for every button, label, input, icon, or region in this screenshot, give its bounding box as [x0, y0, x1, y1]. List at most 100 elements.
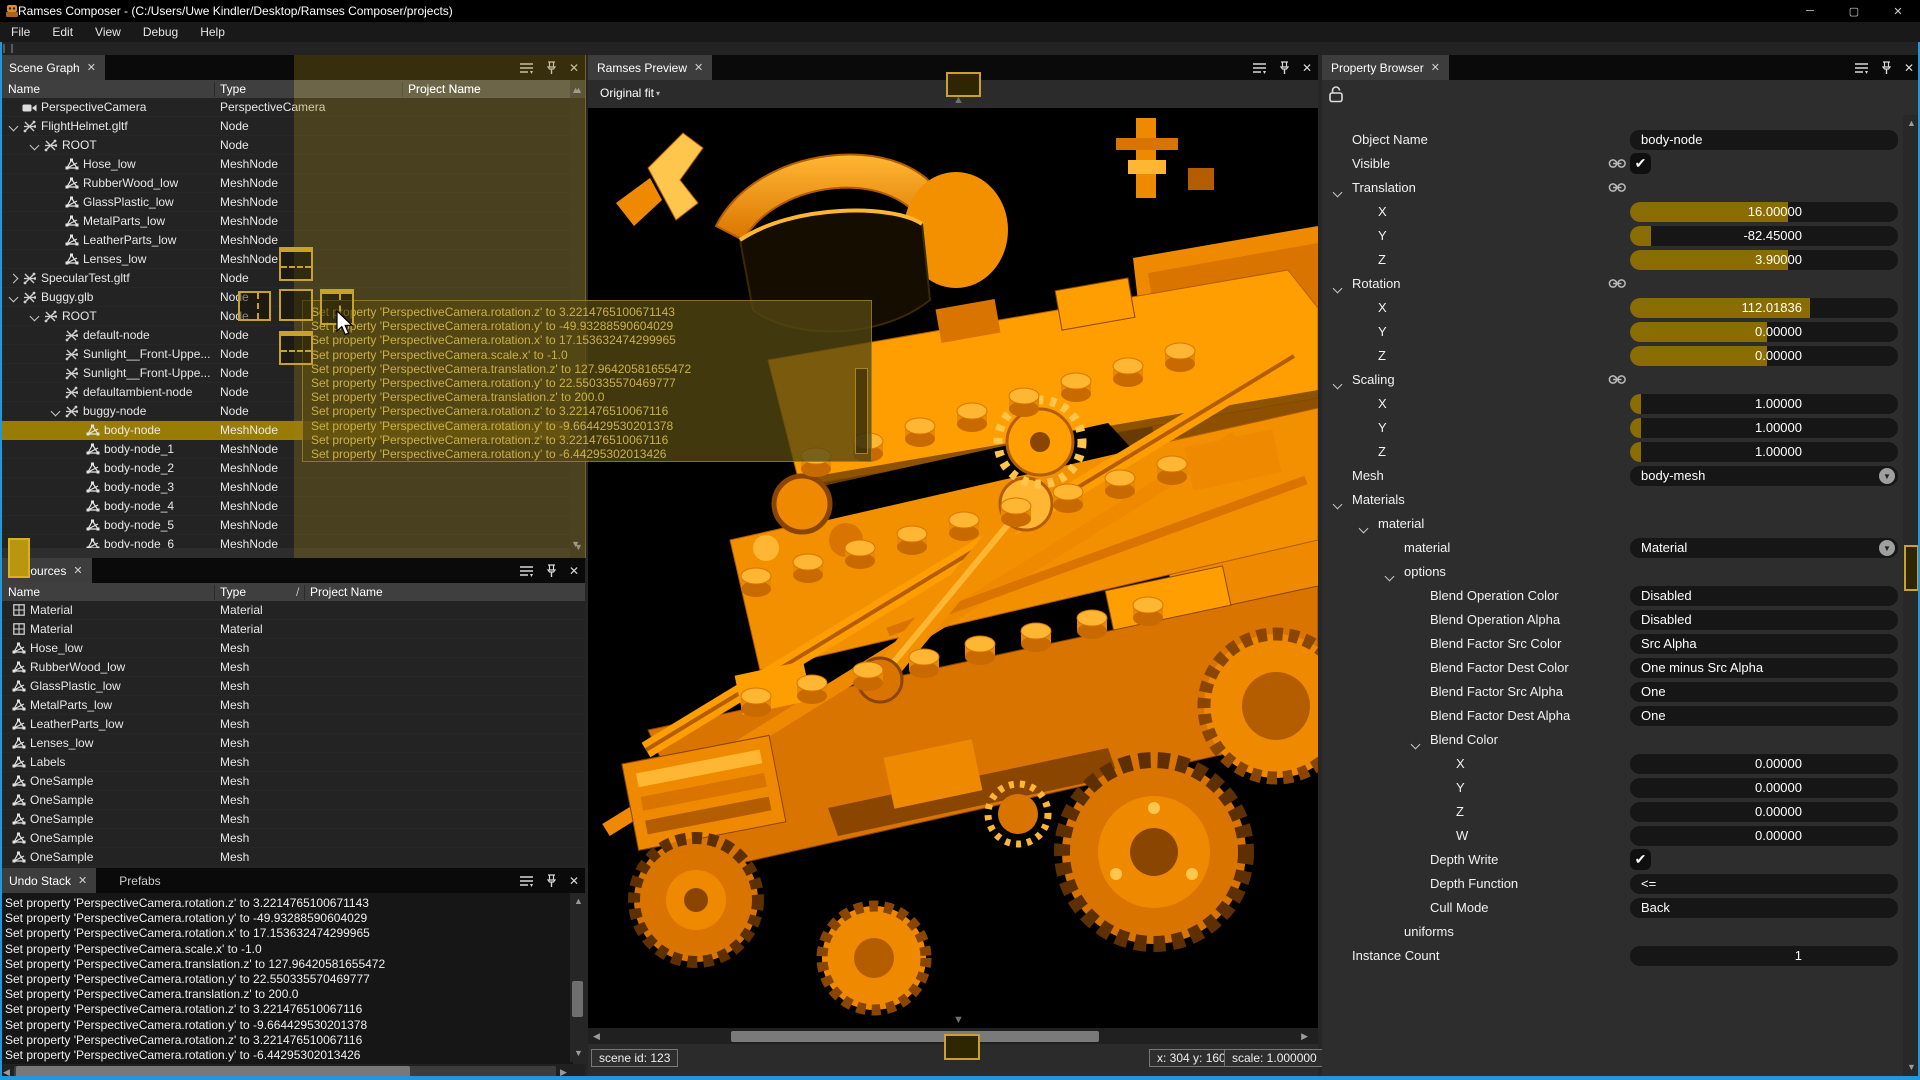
chevron-down-icon[interactable]: ▼ [1879, 540, 1895, 556]
expander-icon[interactable] [1334, 185, 1341, 199]
resource-row-GlassPlastic_low[interactable]: GlassPlastic_low Mesh [0, 677, 585, 696]
undo-log[interactable]: Set property 'PerspectiveCamera.rotation… [0, 893, 573, 1065]
property-value-field[interactable]: Disabled [1630, 586, 1898, 606]
property-value-field[interactable]: Src Alpha [1630, 634, 1898, 654]
pin-icon[interactable] [1279, 61, 1290, 74]
resource-row-OneSample[interactable]: OneSample Mesh [0, 791, 585, 810]
zoom-mode-dropdown[interactable]: Original fit [600, 86, 654, 100]
resource-row-OneSample[interactable]: OneSample Mesh [0, 772, 585, 791]
resource-row-RubberWood_low[interactable]: RubberWood_low Mesh [0, 658, 585, 677]
property-slider[interactable]: 1.00000 [1630, 394, 1898, 414]
expander-icon[interactable] [6, 269, 21, 287]
expander-icon[interactable] [27, 307, 42, 325]
property-value-field[interactable]: Disabled [1630, 610, 1898, 630]
toolbar-grip[interactable] [3, 44, 13, 53]
resource-row-LeatherParts_low[interactable]: LeatherParts_low Mesh [0, 715, 585, 734]
menu-debug[interactable]: Debug [132, 22, 189, 42]
expander-icon[interactable] [6, 288, 21, 306]
close-tab-icon[interactable]: ✕ [87, 61, 96, 74]
close-tab-icon[interactable]: ✕ [694, 61, 703, 74]
column-type[interactable]: Type [220, 585, 246, 599]
property-slider[interactable]: -82.45000 [1630, 226, 1898, 246]
panel-menu-icon[interactable] [1252, 62, 1267, 74]
column-name[interactable]: Name [8, 585, 40, 599]
menu-edit[interactable]: Edit [41, 22, 84, 42]
expander-icon[interactable] [1360, 521, 1367, 535]
resource-row-Labels[interactable]: Labels Mesh [0, 753, 585, 772]
property-value-field[interactable]: 0.00000 [1630, 778, 1898, 798]
property-value-field[interactable]: One [1630, 706, 1898, 726]
tab-prefabs[interactable]: Prefabs [110, 868, 169, 893]
property-slider[interactable]: 0.00000 [1630, 322, 1898, 342]
property-value-field[interactable]: One [1630, 682, 1898, 702]
close-panel-icon[interactable]: ✕ [569, 874, 579, 888]
property-dropdown[interactable]: body-mesh▼ [1630, 466, 1898, 486]
column-type[interactable]: Type [220, 82, 246, 96]
close-tab-icon[interactable]: ✕ [1431, 61, 1440, 74]
resource-row-Lenses_low[interactable]: Lenses_low Mesh [0, 734, 585, 753]
checkbox[interactable]: ✔ [1630, 153, 1651, 174]
tab-property-browser[interactable]: Property Browser ✕ [1322, 55, 1449, 80]
close-button[interactable]: ✕ [1876, 0, 1920, 22]
resource-row-MetalParts_low[interactable]: MetalParts_low Mesh [0, 696, 585, 715]
resource-row-OneSample[interactable]: OneSample Mesh [0, 810, 585, 829]
expander-icon[interactable] [1334, 377, 1341, 391]
resource-row-Hose_low[interactable]: Hose_low Mesh [0, 639, 585, 658]
preview-scroll-bottom-thumb[interactable] [944, 1034, 980, 1060]
panel-menu-icon[interactable] [519, 875, 534, 887]
close-panel-icon[interactable]: ✕ [1904, 61, 1914, 75]
menu-view[interactable]: View [84, 22, 132, 42]
property-value-field[interactable]: Back [1630, 898, 1898, 918]
pin-icon[interactable] [546, 564, 557, 577]
checkbox[interactable]: ✔ [1630, 849, 1651, 870]
expander-icon[interactable] [1334, 497, 1341, 511]
tab-undo-stack[interactable]: Undo Stack✕ [0, 868, 96, 893]
expander-icon[interactable] [6, 117, 21, 135]
scroll-up-icon[interactable]: ▲ [953, 94, 964, 106]
close-tab-icon[interactable]: ✕ [78, 874, 87, 887]
scroll-down-icon[interactable]: ▼ [953, 1014, 964, 1026]
resource-row-Material[interactable]: Material Material [0, 620, 585, 639]
close-tab-icon[interactable]: ✕ [73, 564, 82, 577]
property-slider[interactable]: 3.90000 [1630, 250, 1898, 270]
property-value-field[interactable]: 1 [1630, 946, 1898, 966]
close-panel-icon[interactable]: ✕ [1302, 61, 1312, 75]
lock-icon[interactable] [1328, 85, 1344, 106]
close-panel-icon[interactable]: ✕ [569, 564, 579, 578]
pin-icon[interactable] [1881, 61, 1892, 74]
property-value-field[interactable]: 0.00000 [1630, 826, 1898, 846]
property-value-field[interactable]: 0.00000 [1630, 754, 1898, 774]
expander-icon[interactable] [48, 402, 63, 420]
minimize-button[interactable]: ─ [1788, 0, 1832, 22]
pin-icon[interactable] [546, 874, 557, 887]
link-icon[interactable] [1608, 182, 1627, 196]
undo-vscrollbar[interactable]: ▲ ▼ [570, 893, 585, 1062]
link-icon[interactable] [1608, 278, 1627, 292]
panel-menu-icon[interactable] [519, 565, 534, 577]
maximize-button[interactable]: ▢ [1832, 0, 1876, 22]
expander-icon[interactable] [1334, 281, 1341, 295]
chevron-down-icon[interactable]: ▼ [1879, 468, 1895, 484]
property-text-field[interactable]: body-node [1630, 130, 1898, 150]
expander-icon[interactable] [27, 136, 42, 154]
panel-menu-icon[interactable] [1854, 62, 1869, 74]
property-slider[interactable]: 0.00000 [1630, 346, 1898, 366]
menu-file[interactable]: File [0, 22, 41, 42]
expander-icon[interactable] [1412, 737, 1419, 751]
property-vscrollbar[interactable]: ▲ ▼ [1903, 115, 1919, 1076]
property-value-field[interactable]: 0.00000 [1630, 802, 1898, 822]
tab-ramses-preview[interactable]: Ramses Preview ✕ [588, 55, 712, 80]
column-name[interactable]: Name [8, 82, 40, 96]
resource-row-OneSample[interactable]: OneSample Mesh [0, 829, 585, 848]
tab-scene-graph[interactable]: Scene Graph ✕ [0, 55, 105, 80]
link-icon[interactable] [1608, 158, 1627, 172]
property-slider[interactable]: 112.01836 [1630, 298, 1898, 318]
property-slider[interactable]: 1.00000 [1630, 418, 1898, 438]
property-dropdown[interactable]: Material▼ [1630, 538, 1898, 558]
resource-row-Material[interactable]: Material Material [0, 601, 585, 620]
resource-row-OneSample[interactable]: OneSample Mesh [0, 848, 585, 867]
expander-icon[interactable] [1386, 569, 1393, 583]
column-project-name[interactable]: Project Name [310, 585, 383, 599]
menu-help[interactable]: Help [189, 22, 236, 42]
link-icon[interactable] [1608, 374, 1627, 388]
